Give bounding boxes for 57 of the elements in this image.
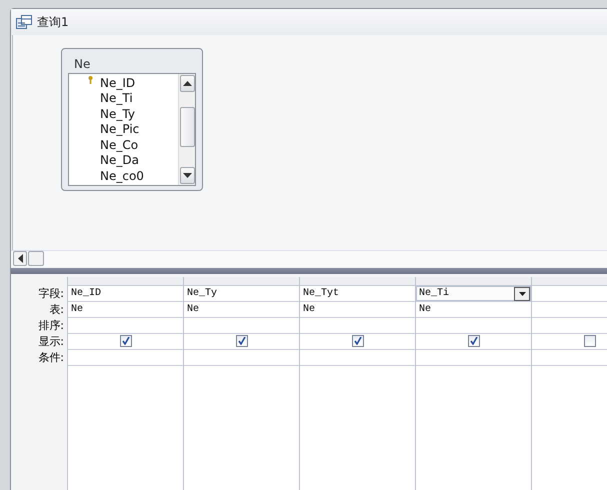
show-checkbox[interactable] — [236, 335, 248, 347]
field-name[interactable]: Ne_co0 — [100, 168, 144, 183]
scroll-down-button[interactable] — [180, 167, 194, 184]
down-arrow-icon — [182, 173, 192, 178]
scroll-thumb[interactable] — [180, 107, 194, 147]
show-checkbox[interactable] — [584, 335, 596, 347]
field-name[interactable]: Ne_Da — [100, 153, 139, 168]
table-cell[interactable]: Ne — [68, 302, 183, 318]
scroll-left-button[interactable] — [13, 251, 27, 266]
field-cell[interactable]: Ne_Ti — [416, 286, 531, 302]
field-value: Ne_Tyt — [303, 288, 340, 298]
up-arrow-icon — [182, 81, 192, 86]
row-label: 字段: — [37, 286, 65, 302]
window-title: 查询1 — [37, 14, 69, 30]
table-value: Ne — [187, 304, 200, 314]
checkmark-icon — [122, 337, 130, 345]
table-cell[interactable]: Ne — [184, 302, 299, 318]
pane-splitter[interactable] — [11, 268, 607, 274]
show-checkbox[interactable] — [120, 335, 132, 347]
vertical-scrollbar[interactable] — [178, 74, 195, 185]
table-value: Ne — [419, 304, 432, 314]
dropdown-button[interactable] — [514, 286, 530, 300]
horizontal-scrollbar[interactable] — [11, 250, 607, 266]
table-value: Ne — [71, 304, 84, 314]
field-name[interactable]: Ne_ID — [100, 76, 136, 90]
scroll-up-button[interactable] — [180, 75, 194, 92]
row-label: 排序: — [37, 318, 65, 334]
field-name[interactable]: Ne_Pic — [100, 122, 140, 136]
scroll-thumb[interactable] — [28, 251, 44, 266]
show-checkbox[interactable] — [352, 335, 364, 347]
table-value: Ne — [303, 304, 316, 314]
left-arrow-icon — [18, 254, 22, 263]
checkmark-icon — [238, 337, 246, 345]
checkmark-icon — [470, 337, 478, 345]
show-checkbox[interactable] — [468, 335, 480, 347]
caret-icon — [518, 292, 526, 296]
field-name[interactable]: Ne_Ti — [100, 91, 133, 106]
field-cell[interactable]: Ne_Tyt — [300, 286, 415, 302]
field-value: Ne_Ti — [419, 288, 450, 298]
row-label: 显示: — [37, 334, 65, 350]
table-cell[interactable]: Ne — [300, 302, 415, 318]
field-name[interactable]: Ne_Ty — [100, 106, 135, 121]
column-selector[interactable] — [68, 276, 183, 286]
field-cell[interactable]: Ne_Ty — [184, 286, 299, 302]
field-value: Ne_Ty — [187, 288, 218, 298]
table-cell[interactable]: Ne — [416, 302, 531, 318]
row-label: 表: — [48, 302, 65, 318]
table-field-list[interactable]: Ne Ne_ID Ne_Ti Ne_Ty Ne_Pic Ne_Co Ne_Da Ne_co0 — [61, 48, 203, 191]
field-value: Ne_ID — [71, 288, 102, 298]
checkmark-icon — [354, 337, 362, 345]
table-name: Ne — [73, 56, 92, 73]
column-selector[interactable] — [184, 276, 299, 286]
field-name[interactable]: Ne_Co — [100, 138, 138, 152]
query-icon — [16, 15, 32, 29]
field-cell[interactable]: Ne_ID — [68, 286, 183, 302]
column-selector[interactable] — [300, 276, 415, 286]
row-label: 条件: — [37, 350, 65, 366]
